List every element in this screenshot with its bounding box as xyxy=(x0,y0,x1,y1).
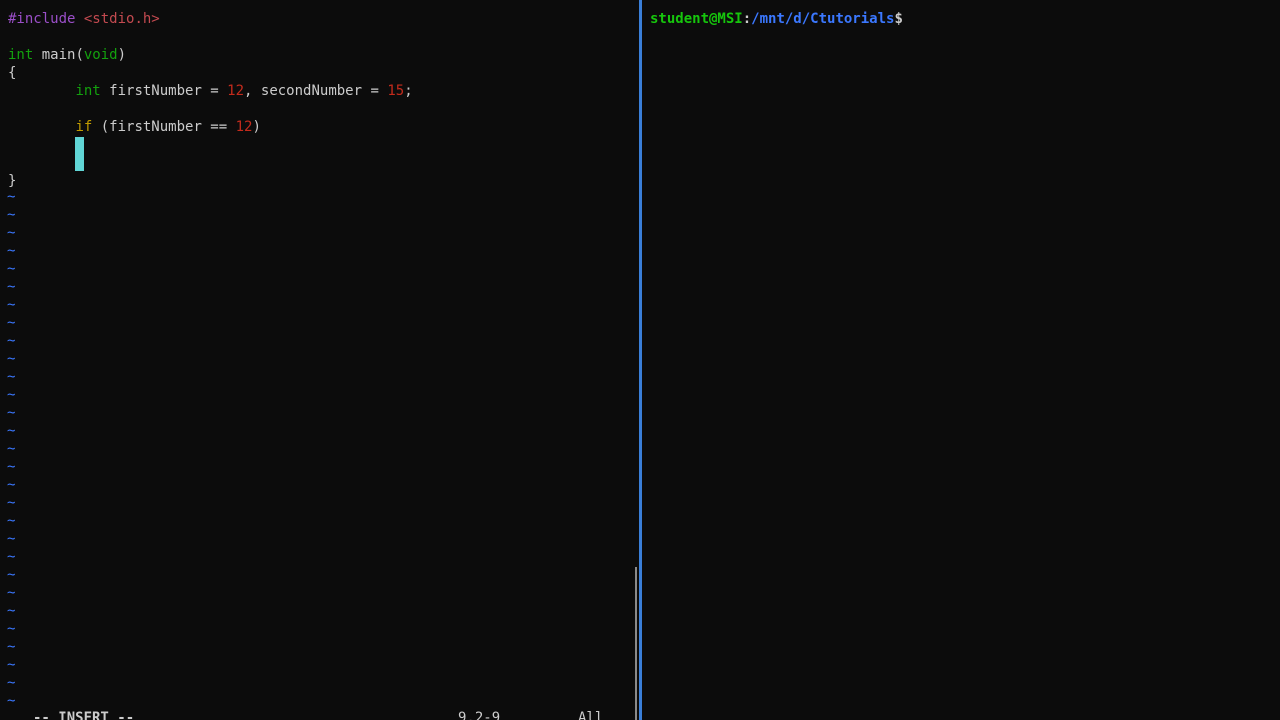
prompt-separator: : xyxy=(742,11,752,27)
code-line-blank xyxy=(8,100,413,118)
if-close-paren: ) xyxy=(252,119,261,135)
empty-line-marker: ~ xyxy=(7,297,16,313)
empty-line-marker: ~ xyxy=(7,387,16,403)
main-close-paren: ) xyxy=(117,47,127,63)
empty-line-marker: ~ xyxy=(7,189,16,205)
shell-pane[interactable]: student@MSI:/mnt/d/Ctutorials$ xyxy=(642,0,1280,720)
code-line-open-brace: { xyxy=(8,64,413,82)
empty-line-marker: ~ xyxy=(7,621,16,637)
include-file: <stdio.h> xyxy=(83,11,160,27)
empty-line-marker: ~ xyxy=(7,675,16,691)
scrollbar-thumb[interactable] xyxy=(635,567,637,720)
empty-line-marker: ~ xyxy=(7,441,16,457)
decl-val1: 12 xyxy=(227,83,245,99)
block-cursor-icon xyxy=(75,137,85,171)
code-line-cursor[interactable] xyxy=(8,136,413,172)
empty-line-marker: ~ xyxy=(7,351,16,367)
terminal-window: #include <stdio.h> int main(void) { int … xyxy=(0,0,1280,720)
close-brace: } xyxy=(8,173,17,189)
mode-indicator: -- INSERT -- xyxy=(33,710,135,720)
empty-line-marker: ~ xyxy=(7,531,16,547)
decl-end: ; xyxy=(404,83,413,99)
empty-line-marker: ~ xyxy=(7,243,16,259)
if-keyword: if xyxy=(75,119,93,135)
code-lines: #include <stdio.h> int main(void) { int … xyxy=(8,10,413,190)
open-brace: { xyxy=(8,65,17,81)
empty-line-marker: ~ xyxy=(7,639,16,655)
empty-line-marker: ~ xyxy=(7,603,16,619)
empty-line-marker: ~ xyxy=(7,567,16,583)
empty-line-marker: ~ xyxy=(7,477,16,493)
decl-mid: , secondNumber = xyxy=(244,83,388,99)
empty-line-marker: ~ xyxy=(7,333,16,349)
prompt-user-host: student@MSI xyxy=(650,11,743,27)
include-directive: #include xyxy=(8,11,76,27)
shell-prompt: student@MSI:/mnt/d/Ctutorials$ xyxy=(650,10,903,28)
decl-type: int xyxy=(75,83,101,99)
main-name: main( xyxy=(33,47,84,63)
empty-line-marker: ~ xyxy=(7,207,16,223)
if-condition: (firstNumber == xyxy=(92,119,236,135)
empty-line-marker: ~ xyxy=(7,423,16,439)
code-line-blank xyxy=(8,28,413,46)
empty-line-marker: ~ xyxy=(7,495,16,511)
empty-line-marker: ~ xyxy=(7,225,16,241)
empty-line-marker: ~ xyxy=(7,261,16,277)
decl-indent xyxy=(8,83,75,99)
prompt-path: /mnt/d/Ctutorials xyxy=(751,11,895,27)
main-return-type: int xyxy=(8,47,34,63)
empty-line-markers: ~ ~ ~ ~ ~ ~ ~ ~ ~ ~ ~ ~ ~ ~ ~ ~ ~ ~ ~ ~ ~ ~ ~ ~ ~ ~ ~ ~ ~ xyxy=(7,188,15,710)
empty-line-marker: ~ xyxy=(7,279,16,295)
code-line-if: if (firstNumber == 12) xyxy=(8,118,413,136)
code-line-main: int main(void) xyxy=(8,46,413,64)
prompt-symbol: $ xyxy=(894,11,903,27)
code-line-include: #include <stdio.h> xyxy=(8,10,413,28)
empty-line-marker: ~ xyxy=(7,459,16,475)
cursor-position: 9,2-9 xyxy=(458,710,501,720)
empty-line-marker: ~ xyxy=(7,369,16,385)
code-line-close-brace: } xyxy=(8,172,413,190)
vim-editor-pane[interactable]: #include <stdio.h> int main(void) { int … xyxy=(0,0,638,720)
empty-line-marker: ~ xyxy=(7,657,16,673)
if-value: 12 xyxy=(235,119,253,135)
empty-line-marker: ~ xyxy=(7,315,16,331)
if-indent xyxy=(8,119,75,135)
main-param: void xyxy=(83,47,118,63)
empty-line-marker: ~ xyxy=(7,405,16,421)
decl-var1: firstNumber = xyxy=(100,83,228,99)
empty-line-marker: ~ xyxy=(7,585,16,601)
scroll-percent: All xyxy=(578,710,604,720)
decl-val2: 15 xyxy=(387,83,405,99)
cursor-indent xyxy=(8,137,75,153)
empty-line-marker: ~ xyxy=(7,693,16,709)
empty-line-marker: ~ xyxy=(7,549,16,565)
empty-line-marker: ~ xyxy=(7,513,16,529)
code-line-declaration: int firstNumber = 12, secondNumber = 15; xyxy=(8,82,413,100)
